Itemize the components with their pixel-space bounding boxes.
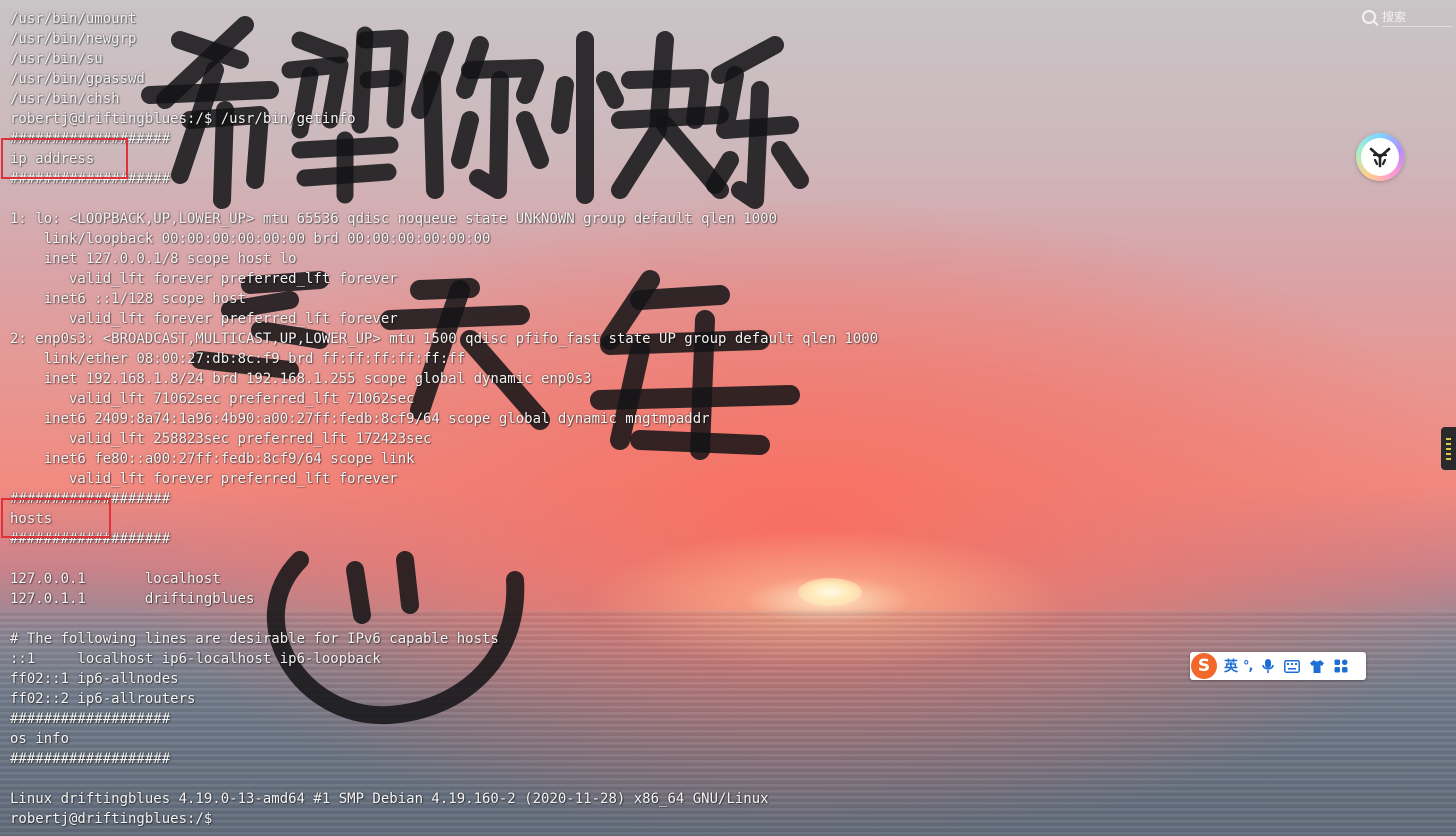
terminal-line: ::1 localhost ip6-localhost ip6-loopback <box>10 651 381 667</box>
sogou-logo-icon[interactable]: S <box>1191 653 1217 679</box>
side-panel-handle[interactable] <box>1441 427 1456 470</box>
shirt-icon[interactable] <box>1309 659 1325 674</box>
ime-language-toggle[interactable]: 英 <box>1224 656 1238 676</box>
terminal-line: inet6 fe80::a00:27ff:fedb:8cf9/64 scope … <box>10 451 415 467</box>
terminal-line: ################### <box>10 751 171 767</box>
search-box[interactable]: 搜索 <box>1362 7 1452 27</box>
terminal-line: hosts <box>10 511 53 527</box>
terminal-line: ################### <box>10 711 171 727</box>
terminal-line: ################### <box>10 171 171 187</box>
terminal-line: inet 192.168.1.8/24 brd 192.168.1.255 sc… <box>10 371 592 387</box>
terminal-line: valid_lft forever preferred_lft forever <box>10 471 398 487</box>
highlight-hosts <box>1 498 111 538</box>
terminal-line: # The following lines are desirable for … <box>10 631 499 647</box>
terminal-line: ################### <box>10 531 171 547</box>
terminal-line: /usr/bin/su <box>10 51 103 67</box>
apps-grid-icon[interactable] <box>1334 659 1348 673</box>
terminal-line: /usr/bin/gpasswd <box>10 71 145 87</box>
terminal-line: /usr/bin/chsh <box>10 91 120 107</box>
terminal-line: os info <box>10 731 70 747</box>
terminal-line: ################### <box>10 491 171 507</box>
terminal-line: 2: enp0s3: <BROADCAST,MULTICAST,UP,LOWER… <box>10 331 879 347</box>
terminal-output[interactable]: /usr/bin/umount/usr/bin/newgrp/usr/bin/s… <box>10 9 878 829</box>
terminal-line: valid_lft forever preferred_lft forever <box>10 311 398 327</box>
terminal-line: inet6 ::1/128 scope host <box>10 291 247 307</box>
terminal-line: link/loopback 00:00:00:00:00:00 brd 00:0… <box>10 231 491 247</box>
terminal-line: 1: lo: <LOOPBACK,UP,LOWER_UP> mtu 65536 … <box>10 211 778 227</box>
highlight-ip-address <box>1 138 128 179</box>
terminal-line: robertj@driftingblues:/$ /usr/bin/getinf… <box>10 111 356 127</box>
keyboard-icon[interactable] <box>1284 659 1301 673</box>
terminal-line: 127.0.1.1 driftingblues <box>10 591 255 607</box>
microphone-icon[interactable] <box>1261 658 1275 674</box>
assistant-button[interactable] <box>1356 133 1404 181</box>
terminal-line: valid_lft 71062sec preferred_lft 71062se… <box>10 391 415 407</box>
search-placeholder: 搜索 <box>1382 8 1452 27</box>
terminal-line: valid_lft forever preferred_lft forever <box>10 271 398 287</box>
terminal-line: inet6 2409:8a74:1a96:4b90:a00:27ff:fedb:… <box>10 411 710 427</box>
terminal-line: link/ether 08:00:27:db:8c:f9 brd ff:ff:f… <box>10 351 466 367</box>
ime-toolbar[interactable]: S 英 °, <box>1190 652 1366 680</box>
terminal-line: ff02::2 ip6-allrouters <box>10 691 196 707</box>
terminal-line: /usr/bin/newgrp <box>10 31 137 47</box>
terminal-line: Linux driftingblues 4.19.0-13-amd64 #1 S… <box>10 791 769 807</box>
terminal-line: ################### <box>10 131 171 147</box>
terminal-line: ip address <box>10 151 95 167</box>
terminal-line: 127.0.0.1 localhost <box>10 571 221 587</box>
terminal-line: robertj@driftingblues:/$ <box>10 811 213 827</box>
ime-punctuation-toggle[interactable]: °, <box>1243 659 1254 674</box>
terminal-line: ff02::1 ip6-allnodes <box>10 671 179 687</box>
search-icon <box>1362 10 1376 24</box>
assistant-icon <box>1361 138 1399 176</box>
terminal-line: inet 127.0.0.1/8 scope host lo <box>10 251 297 267</box>
terminal-line: valid_lft 258823sec preferred_lft 172423… <box>10 431 432 447</box>
terminal-line: /usr/bin/umount <box>10 11 137 27</box>
